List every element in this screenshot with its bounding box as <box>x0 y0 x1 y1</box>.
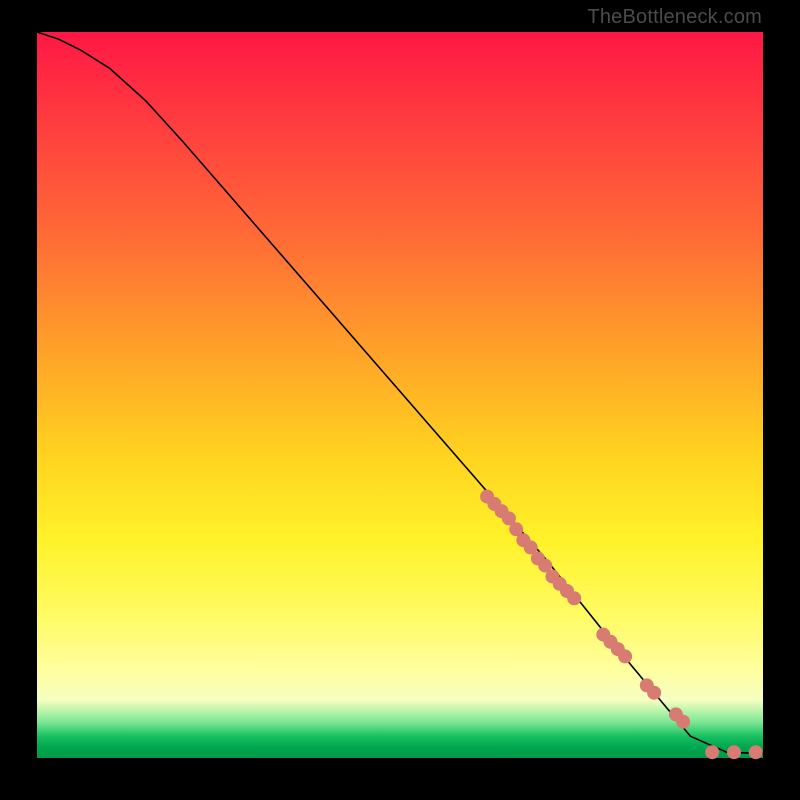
data-marker <box>705 745 719 759</box>
data-marker <box>618 649 632 663</box>
plot-area <box>37 32 763 758</box>
data-marker <box>749 745 763 759</box>
data-marker <box>567 591 581 605</box>
data-marker <box>727 745 741 759</box>
data-marker <box>676 715 690 729</box>
chart-frame: TheBottleneck.com <box>0 0 800 800</box>
watermark-text: TheBottleneck.com <box>587 6 762 29</box>
curve-line <box>37 32 763 754</box>
chart-svg <box>37 32 763 758</box>
marker-group <box>480 490 763 760</box>
data-marker <box>647 686 661 700</box>
